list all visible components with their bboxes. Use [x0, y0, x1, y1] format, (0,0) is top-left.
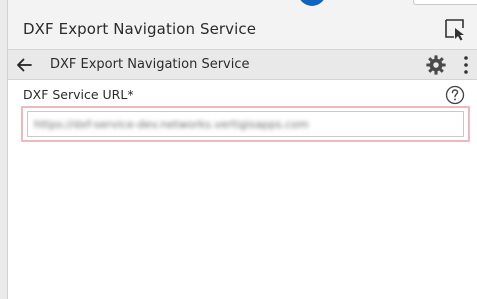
arrow-left-icon[interactable]: [14, 55, 34, 75]
left-rail: [0, 0, 8, 299]
sub-header: DXF Export Navigation Service: [8, 50, 477, 80]
more-vertical-icon[interactable]: [460, 54, 472, 76]
dxf-service-url-label: DXF Service URL*: [23, 87, 134, 102]
accent-avatar-edge: [298, 0, 326, 6]
help-circle-icon[interactable]: [445, 85, 465, 105]
top-control-edge: [413, 0, 477, 5]
app-window: DXF Export Navigation Service DXF Export…: [0, 0, 477, 299]
url-field-container: [21, 106, 470, 142]
panel-header: DXF Export Navigation Service: [8, 8, 477, 50]
url-field-border: [27, 111, 464, 137]
gear-icon[interactable]: [425, 54, 447, 76]
panel-title: DXF Export Navigation Service: [23, 20, 257, 38]
dxf-service-url-input[interactable]: [28, 112, 463, 136]
select-cursor-icon[interactable]: [443, 17, 467, 41]
sub-header-title: DXF Export Navigation Service: [50, 57, 250, 72]
top-strip: [8, 0, 477, 8]
